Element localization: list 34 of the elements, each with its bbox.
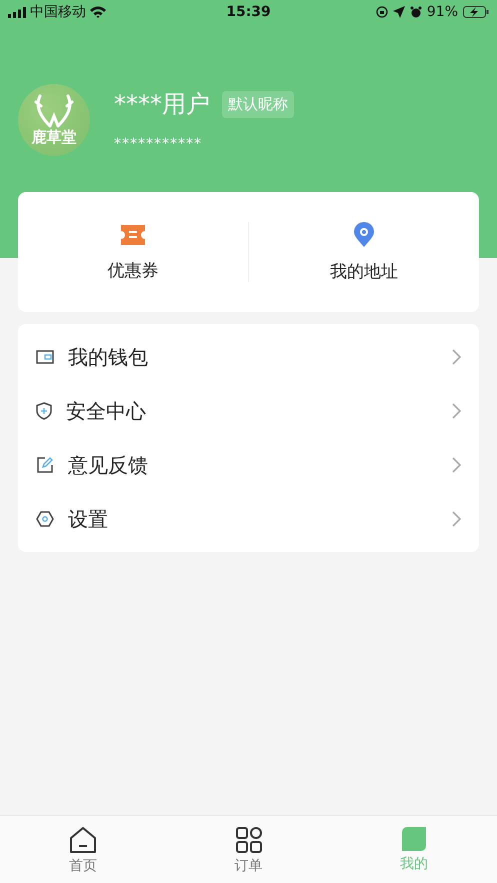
alarm-icon — [410, 6, 422, 18]
rotation-lock-icon — [376, 6, 388, 18]
menu-item[interactable]: 意见反馈 — [68, 452, 438, 478]
tab-button[interactable]: 首页 — [0, 816, 166, 883]
location-arrow-icon — [392, 6, 405, 18]
wallet-icon — [36, 350, 54, 364]
grid-icon — [234, 826, 262, 854]
shortcut-button[interactable]: 我的地址 — [249, 222, 479, 282]
shortcut-button[interactable]: 优惠券 — [18, 222, 248, 282]
wifi-icon — [90, 6, 106, 18]
menu-item[interactable]: 我的钱包 — [68, 344, 438, 370]
edit-icon — [36, 456, 54, 474]
carrier-name: 中国移动 — [30, 3, 86, 21]
logo-text: 鹿草堂 — [32, 128, 76, 146]
signal-icon — [8, 6, 26, 18]
chevron-right-icon — [452, 349, 461, 365]
chevron-right-icon — [452, 511, 461, 527]
clock-time: 15:39 — [226, 4, 271, 20]
ticket-icon — [119, 222, 147, 246]
menu-item[interactable]: 设置 — [68, 506, 438, 532]
phone-number: *********** — [114, 136, 203, 152]
menu-item[interactable]: 安全中心 — [66, 398, 438, 424]
location-pin-icon — [353, 222, 375, 248]
tab-button[interactable]: 订单 — [166, 816, 332, 883]
home-icon — [68, 826, 97, 854]
user-name: ****用户 — [114, 89, 210, 120]
chevron-right-icon — [452, 457, 461, 473]
nickname-badge: 默认昵称 — [222, 90, 294, 118]
chevron-right-icon — [452, 403, 461, 419]
settings-icon — [36, 511, 54, 527]
battery-percent: 91% — [426, 4, 458, 20]
battery-charging-icon — [463, 6, 490, 18]
shield-icon — [36, 402, 52, 420]
profile-tab-icon — [401, 826, 428, 852]
